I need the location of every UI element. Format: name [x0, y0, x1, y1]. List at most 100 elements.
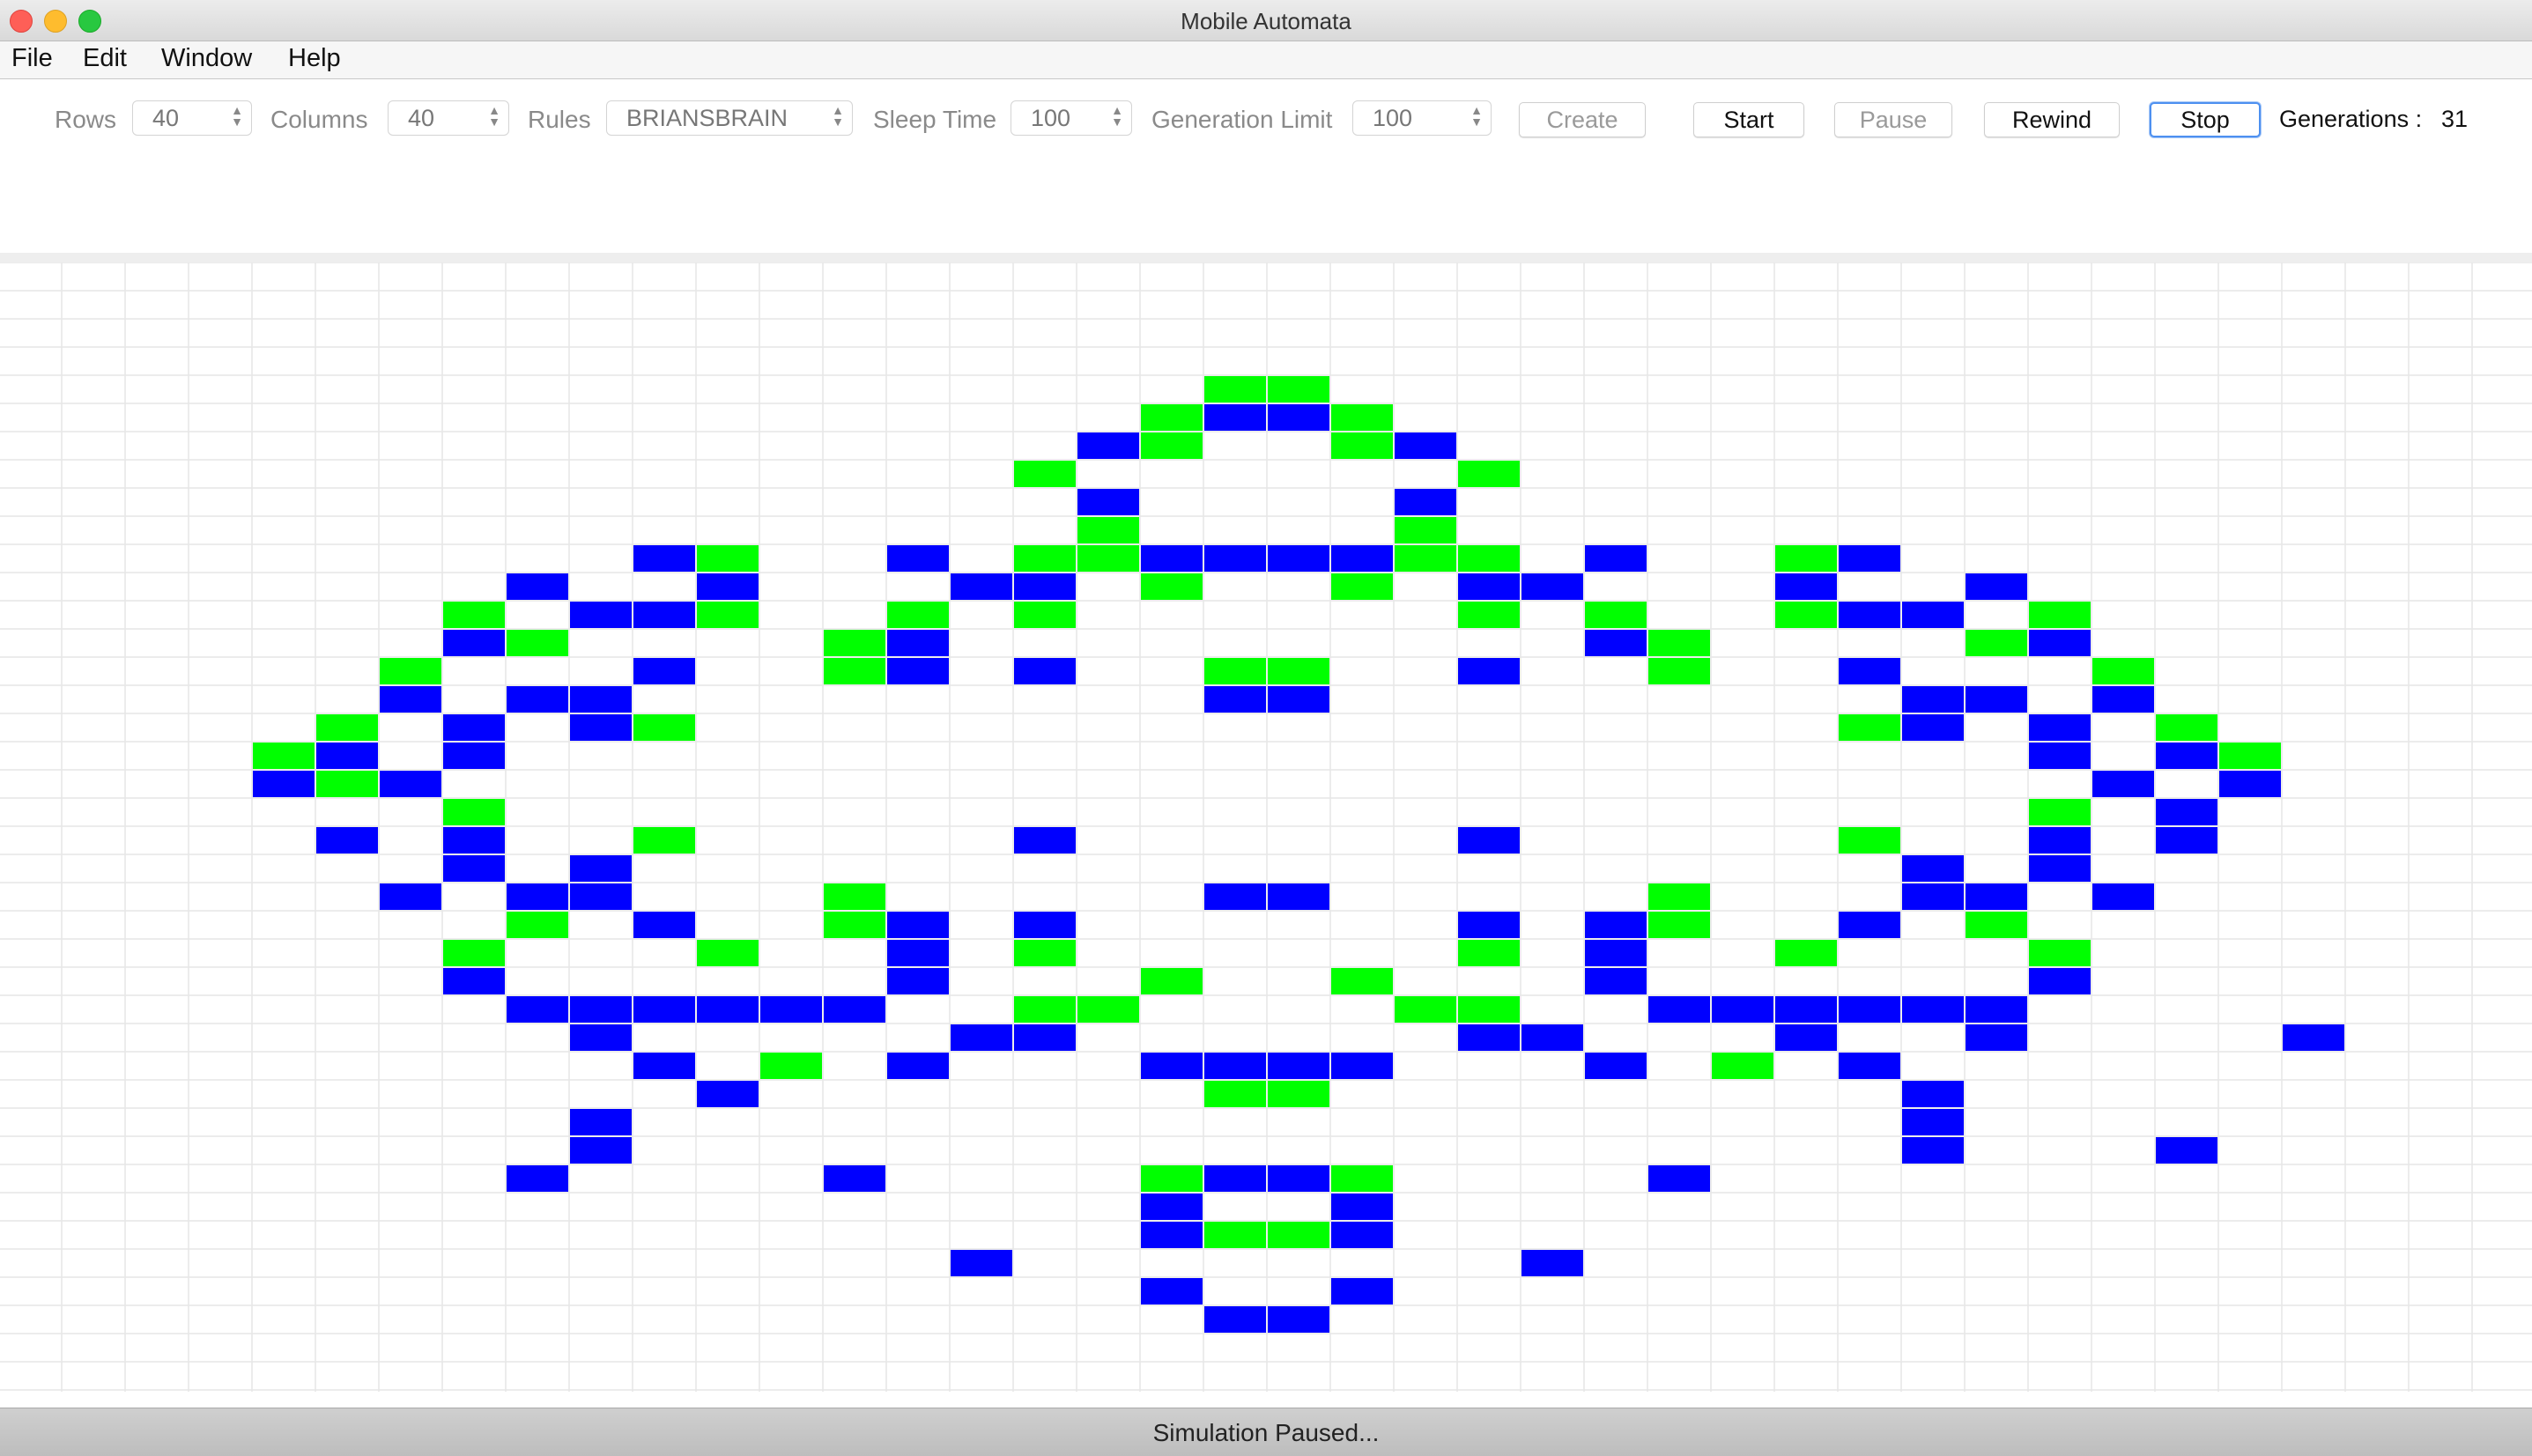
cell-on[interactable] [1204, 658, 1266, 684]
cell-on[interactable] [633, 827, 695, 854]
cell-dying[interactable] [1204, 1165, 1266, 1192]
cell-dying[interactable] [1521, 1250, 1583, 1276]
cell-dying[interactable] [570, 1109, 632, 1135]
cell-dying[interactable] [1839, 1053, 1900, 1079]
cell-dying[interactable] [1331, 545, 1393, 572]
cell-dying[interactable] [1395, 432, 1456, 459]
start-button[interactable]: Start [1693, 102, 1804, 137]
cell-on[interactable] [760, 1053, 822, 1079]
cell-on[interactable] [1839, 714, 1900, 741]
cell-dying[interactable] [697, 573, 759, 600]
cell-dying[interactable] [1331, 1278, 1393, 1304]
cell-on[interactable] [1839, 827, 1900, 854]
cell-on[interactable] [824, 630, 885, 656]
cell-dying[interactable] [443, 743, 505, 769]
cell-dying[interactable] [1268, 1165, 1329, 1192]
cell-dying[interactable] [951, 1250, 1012, 1276]
cell-dying[interactable] [443, 714, 505, 741]
cell-dying[interactable] [760, 996, 822, 1023]
cell-dying[interactable] [2029, 743, 2091, 769]
cell-dying[interactable] [887, 658, 949, 684]
cell-on[interactable] [1775, 940, 1837, 966]
cell-on[interactable] [1268, 376, 1329, 403]
cell-dying[interactable] [1902, 996, 1964, 1023]
cell-on[interactable] [1966, 912, 2027, 938]
cell-dying[interactable] [1902, 714, 1964, 741]
cell-on[interactable] [316, 714, 378, 741]
cell-dying[interactable] [1077, 432, 1139, 459]
cell-dying[interactable] [1331, 1053, 1393, 1079]
cell-dying[interactable] [1268, 883, 1329, 910]
cell-dying[interactable] [1077, 489, 1139, 515]
cell-dying[interactable] [1141, 1194, 1203, 1220]
cell-dying[interactable] [2219, 771, 2281, 797]
cell-dying[interactable] [1331, 1222, 1393, 1248]
cell-dying[interactable] [1839, 602, 1900, 628]
cell-dying[interactable] [2092, 771, 2154, 797]
cell-on[interactable] [1331, 968, 1393, 994]
pause-button[interactable]: Pause [1834, 102, 1952, 137]
menu-window[interactable]: Window [161, 44, 252, 73]
cell-dying[interactable] [697, 996, 759, 1023]
cell-dying[interactable] [507, 686, 568, 713]
cell-on[interactable] [443, 799, 505, 825]
cell-dying[interactable] [633, 602, 695, 628]
cell-on[interactable] [2092, 658, 2154, 684]
menu-edit[interactable]: Edit [83, 44, 127, 73]
cell-dying[interactable] [824, 996, 885, 1023]
cell-dying[interactable] [1966, 1024, 2027, 1051]
cell-dying[interactable] [633, 1053, 695, 1079]
cell-on[interactable] [1395, 517, 1456, 543]
cell-dying[interactable] [951, 573, 1012, 600]
cell-on[interactable] [2156, 714, 2217, 741]
cell-on[interactable] [1331, 404, 1393, 431]
cell-on[interactable] [697, 602, 759, 628]
cell-on[interactable] [2029, 799, 2091, 825]
grid-canvas[interactable] [0, 262, 2532, 1392]
cell-dying[interactable] [887, 545, 949, 572]
cell-on[interactable] [1458, 940, 1520, 966]
cell-dying[interactable] [1331, 1194, 1393, 1220]
cell-on[interactable] [1204, 1222, 1266, 1248]
cell-dying[interactable] [1585, 630, 1647, 656]
cell-dying[interactable] [507, 996, 568, 1023]
cell-on[interactable] [697, 940, 759, 966]
columns-stepper-arrows-icon[interactable]: ▲ ▼ [485, 101, 503, 138]
columns-spinner[interactable]: 40 ▲ ▼ [388, 100, 509, 136]
cell-dying[interactable] [2029, 968, 2091, 994]
cell-dying[interactable] [1141, 1053, 1203, 1079]
cell-dying[interactable] [443, 630, 505, 656]
cell-on[interactable] [2219, 743, 2281, 769]
cell-dying[interactable] [570, 686, 632, 713]
cell-on[interactable] [1268, 658, 1329, 684]
cell-dying[interactable] [1648, 1165, 1710, 1192]
menu-help[interactable]: Help [288, 44, 341, 73]
cell-dying[interactable] [1902, 855, 1964, 882]
cell-dying[interactable] [1204, 1306, 1266, 1333]
cell-dying[interactable] [570, 602, 632, 628]
rows-spinner[interactable]: 40 ▲ ▼ [132, 100, 252, 136]
cell-on[interactable] [1395, 545, 1456, 572]
cell-dying[interactable] [443, 855, 505, 882]
cell-dying[interactable] [633, 658, 695, 684]
cell-on[interactable] [316, 771, 378, 797]
cell-dying[interactable] [1775, 996, 1837, 1023]
create-button[interactable]: Create [1519, 102, 1646, 137]
cell-dying[interactable] [2156, 1137, 2217, 1164]
cell-dying[interactable] [1966, 573, 2027, 600]
cell-on[interactable] [1268, 1222, 1329, 1248]
cell-on[interactable] [1458, 602, 1520, 628]
cell-dying[interactable] [570, 1137, 632, 1164]
cell-dying[interactable] [887, 912, 949, 938]
cell-dying[interactable] [1458, 827, 1520, 854]
cell-dying[interactable] [1014, 1024, 1076, 1051]
cell-on[interactable] [1077, 996, 1139, 1023]
cell-dying[interactable] [887, 630, 949, 656]
cell-dying[interactable] [1141, 545, 1203, 572]
cell-on[interactable] [507, 912, 568, 938]
cell-dying[interactable] [380, 686, 441, 713]
cell-dying[interactable] [2029, 714, 2091, 741]
cell-dying[interactable] [697, 1081, 759, 1107]
menu-file[interactable]: File [11, 44, 53, 73]
cell-dying[interactable] [1521, 1024, 1583, 1051]
